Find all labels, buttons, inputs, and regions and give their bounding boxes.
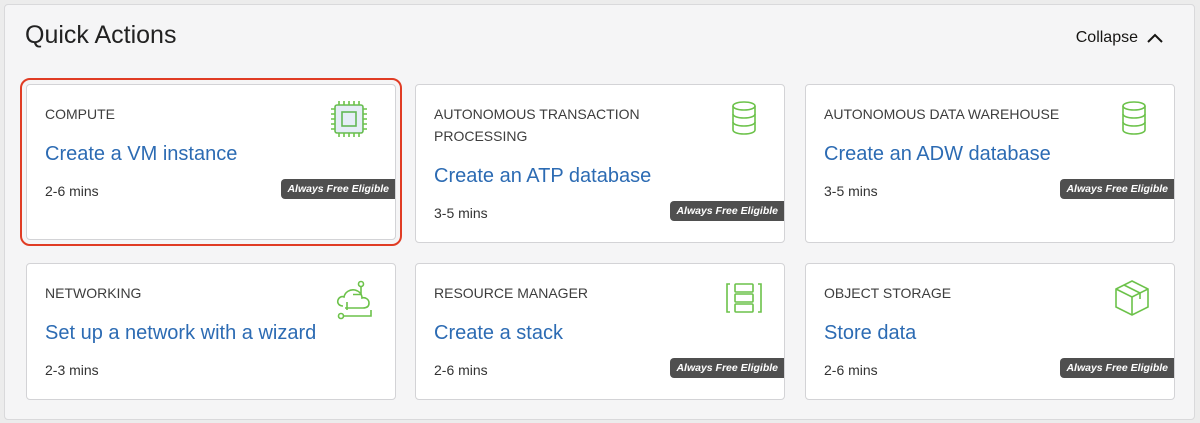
quick-action-card-networking[interactable]: NETWORKING Set up a network with a wizar… (26, 263, 396, 400)
quick-action-card-compute[interactable]: COMPUTE Create a VM instance 2-6 mins Al… (20, 78, 402, 246)
quick-action-card-object-storage[interactable]: OBJECT STORAGE Store data 2-6 mins Alway… (805, 263, 1175, 400)
card-category: COMPUTE (45, 106, 115, 122)
card-time: 2-6 mins (434, 362, 488, 378)
card-action-link[interactable]: Create a stack (434, 322, 563, 345)
always-free-badge: Always Free Eligible (1060, 358, 1174, 378)
stack-icon (726, 283, 762, 313)
card-action-link[interactable]: Create an ADW database (824, 143, 1051, 166)
collapse-button[interactable]: Collapse (1076, 29, 1164, 47)
cpu-chip-icon (331, 101, 367, 137)
database-icon (1122, 101, 1146, 135)
storage-box-icon (1115, 280, 1149, 316)
card-time: 2-6 mins (824, 362, 878, 378)
card-category: AUTONOMOUS TRANSACTION PROCESSING (434, 106, 640, 144)
always-free-badge: Always Free Eligible (281, 179, 395, 199)
database-icon (732, 101, 756, 135)
quick-action-card-resource-manager[interactable]: RESOURCE MANAGER Create a stack 2-6 mins… (415, 263, 785, 400)
card-category: NETWORKING (45, 285, 142, 301)
always-free-badge: Always Free Eligible (1060, 179, 1174, 199)
card-time: 3-5 mins (824, 183, 878, 199)
card-action-link[interactable]: Set up a network with a wizard (45, 322, 316, 345)
card-time: 3-5 mins (434, 205, 488, 221)
always-free-badge: Always Free Eligible (670, 358, 784, 378)
quick-action-card-atp[interactable]: AUTONOMOUS TRANSACTION PROCESSING Create… (415, 84, 785, 243)
card-time: 2-3 mins (45, 362, 99, 378)
card-action-link[interactable]: Store data (824, 322, 916, 345)
chevron-up-icon (1147, 33, 1163, 43)
card-category: AUTONOMOUS DATA WAREHOUSE (824, 106, 1060, 122)
card-category: OBJECT STORAGE (824, 285, 952, 301)
quick-action-card-adw[interactable]: AUTONOMOUS DATA WAREHOUSE Create an ADW … (805, 84, 1175, 243)
always-free-badge: Always Free Eligible (670, 201, 784, 221)
panel-title: Quick Actions (25, 21, 177, 49)
network-icon (336, 280, 372, 320)
card-action-link[interactable]: Create an ATP database (434, 165, 651, 188)
card-action-link[interactable]: Create a VM instance (45, 143, 237, 166)
card-time: 2-6 mins (45, 183, 99, 199)
card-category: RESOURCE MANAGER (434, 285, 589, 301)
collapse-label: Collapse (1075, 29, 1138, 46)
